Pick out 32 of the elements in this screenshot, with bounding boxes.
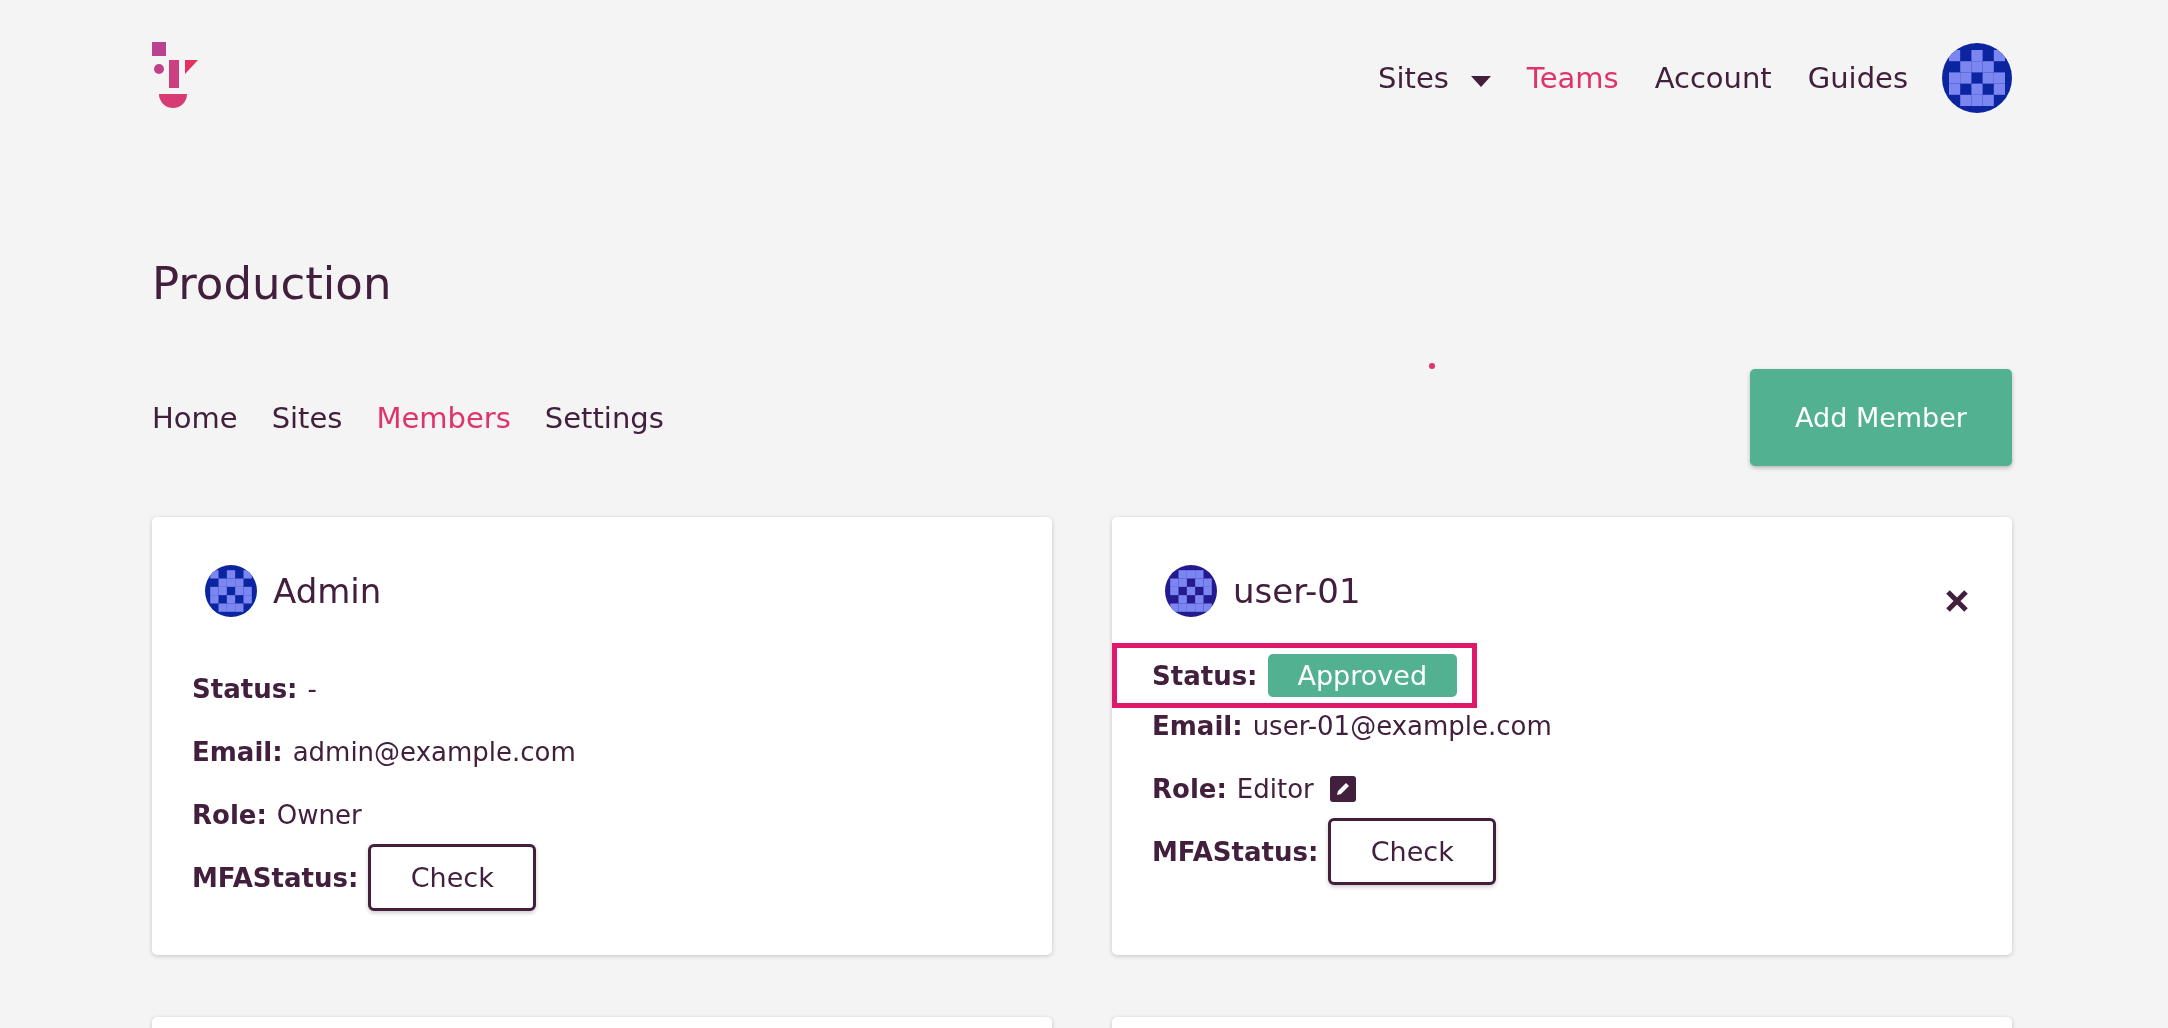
member-name: user-01 (1233, 571, 1361, 611)
tab[interactable]: Members (376, 400, 511, 435)
nav-link[interactable]: Teams (1526, 61, 1619, 95)
status-badge: Approved (1267, 654, 1458, 697)
field-label: Role: (192, 799, 267, 830)
field-value: admin@example.com (292, 736, 576, 767)
tab[interactable]: Home (152, 400, 238, 435)
field-label: MFAStatus: (1152, 836, 1319, 867)
dot-mark (1429, 363, 1435, 369)
avatar-icon (1165, 565, 1217, 617)
check-button[interactable]: Check (368, 844, 537, 911)
field-label: Status: (192, 673, 298, 704)
page-title: Production (152, 256, 393, 312)
nav-link[interactable]: Sites (1378, 61, 1491, 95)
member-name: Admin (273, 571, 382, 611)
avatar-icon (205, 565, 257, 617)
field-label: Email: (192, 736, 283, 767)
field-label: MFAStatus: (192, 862, 359, 893)
nav-link[interactable]: Guides (1807, 61, 1908, 95)
tab[interactable]: Sites (271, 400, 343, 435)
field-label: Email: (1152, 710, 1243, 741)
tab[interactable]: Settings (544, 400, 664, 435)
field-value: Editor (1236, 773, 1314, 804)
field-label: Role: (1152, 773, 1227, 804)
pencil-icon[interactable] (1329, 775, 1356, 802)
caret-icon (1470, 75, 1491, 87)
field-label: Status: (1152, 660, 1258, 691)
field-value: user-01@example.com (1252, 710, 1552, 741)
check-button[interactable]: Check (1328, 818, 1497, 885)
field-value: - (307, 673, 317, 704)
nav-link[interactable]: Account (1654, 61, 1772, 95)
field-value: Owner (276, 799, 362, 830)
